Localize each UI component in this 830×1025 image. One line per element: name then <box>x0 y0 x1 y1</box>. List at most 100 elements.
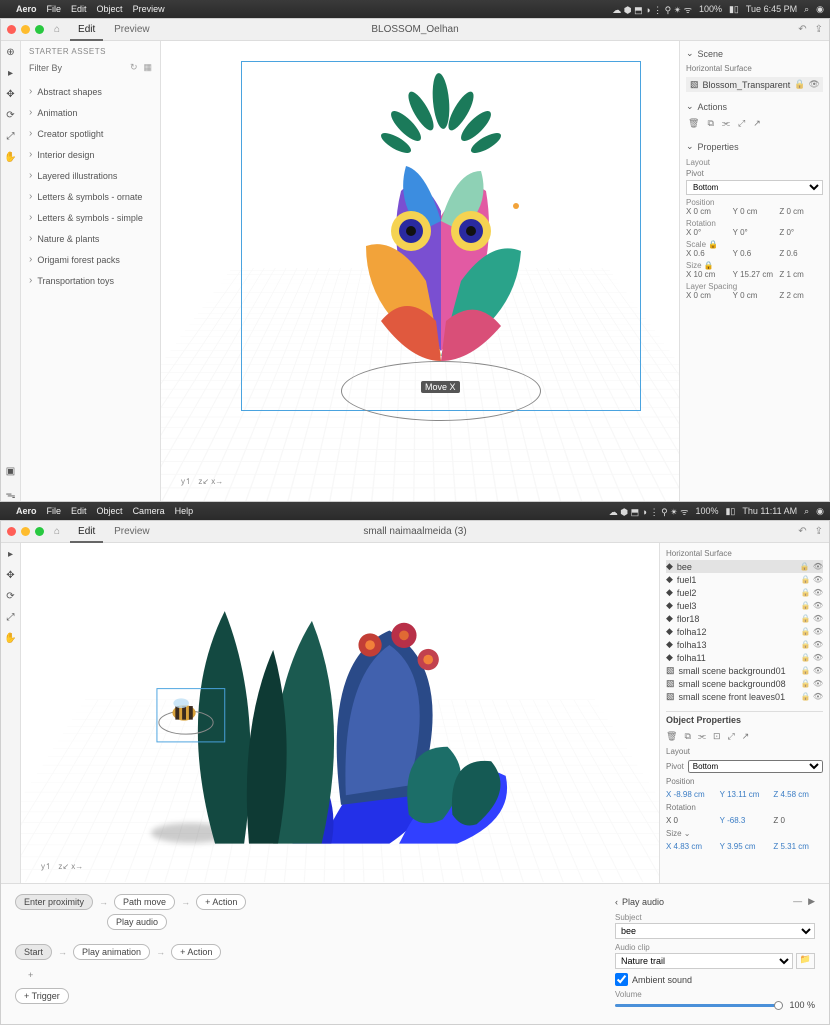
expand-icon[interactable]: ⤢ <box>728 731 735 742</box>
refresh-icon[interactable]: ↻ <box>130 62 138 73</box>
menu-file[interactable]: File <box>47 506 62 516</box>
window-controls[interactable] <box>7 25 44 34</box>
folder-icon[interactable]: 📁 <box>796 953 815 969</box>
tool-scale[interactable]: ⤢ <box>7 131 15 142</box>
tab-edit[interactable]: Edit <box>70 20 103 41</box>
action-play-animation[interactable]: Play animation <box>73 944 150 960</box>
cat-transport[interactable]: Transportation toys <box>29 270 152 291</box>
menu-object[interactable]: Object <box>97 506 123 516</box>
siri-icon[interactable]: ◉ <box>816 506 824 517</box>
scene-item[interactable]: ▧ Blossom_Transparent 🔒👁 <box>686 77 823 92</box>
tab-edit[interactable]: Edit <box>70 522 103 543</box>
tool-scale[interactable]: ⤢ <box>7 612 15 623</box>
scene-item[interactable]: ◆bee🔒👁 <box>666 560 823 573</box>
eye-icon[interactable]: 👁 <box>813 562 823 571</box>
app-name[interactable]: Aero <box>16 4 37 14</box>
tool-view[interactable]: ▣ <box>6 466 15 477</box>
menu-edit[interactable]: Edit <box>71 4 87 14</box>
ambient-checkbox[interactable] <box>615 973 628 986</box>
tool-add[interactable]: ⊕ <box>6 47 14 58</box>
undo-icon[interactable]: ↶ <box>798 526 806 537</box>
audioclip-select[interactable]: Nature trail <box>615 953 793 969</box>
viewport-bottom[interactable]: y↿ z↙ x→ <box>21 543 659 883</box>
tool-hand[interactable]: ✋ <box>4 633 16 644</box>
scene-item[interactable]: ▧small scene background01🔒 👁 <box>666 664 823 677</box>
menu-file[interactable]: File <box>47 4 62 14</box>
cat-abstract[interactable]: Abstract shapes <box>29 81 152 102</box>
home-icon[interactable]: ⌂ <box>54 24 60 35</box>
lock-icon[interactable]: 🔒 <box>800 562 810 571</box>
cat-letters-ornate[interactable]: Letters & symbols - ornate <box>29 186 152 207</box>
tool-rotate[interactable]: ⟳ <box>6 110 14 121</box>
scene-item[interactable]: ◆flor18🔒 👁 <box>666 612 823 625</box>
tool-run[interactable]: ᯓ <box>6 487 16 501</box>
cat-interior[interactable]: Interior design <box>29 144 152 165</box>
lock-icon[interactable]: 🔒 <box>708 240 718 249</box>
cat-nature[interactable]: Nature & plants <box>29 228 152 249</box>
add-branch[interactable]: + <box>25 970 595 980</box>
cat-spotlight[interactable]: Creator spotlight <box>29 123 152 144</box>
search-icon[interactable]: ⌕ <box>804 4 809 15</box>
lock-icon[interactable]: 🔒 <box>704 261 714 270</box>
tool-rotate[interactable]: ⟳ <box>6 591 14 602</box>
undo-icon[interactable]: ↶ <box>798 24 806 35</box>
action-path-move[interactable]: Path move <box>114 894 175 910</box>
share-icon[interactable]: ↗ <box>742 731 750 742</box>
trash-icon[interactable]: 🗑 <box>688 118 699 129</box>
search-icon[interactable]: ⌕ <box>804 506 809 517</box>
actions-section[interactable]: Actions <box>686 98 823 115</box>
viewport-top[interactable]: Move X y↿ z↙ x→ <box>161 41 679 501</box>
app-name[interactable]: Aero <box>16 506 37 516</box>
subject-select[interactable]: bee <box>615 923 815 939</box>
siri-icon[interactable]: ◉ <box>816 4 824 15</box>
trigger-start[interactable]: Start <box>15 944 52 960</box>
tab-preview[interactable]: Preview <box>106 522 158 541</box>
add-action-button[interactable]: + Action <box>196 894 246 910</box>
copy-icon[interactable]: ⧉ <box>684 731 690 742</box>
menu-camera[interactable]: Camera <box>133 506 165 516</box>
cat-layered[interactable]: Layered illustrations <box>29 165 152 186</box>
trash-icon[interactable]: 🗑 <box>666 731 677 742</box>
tool-move[interactable]: ✥ <box>6 89 14 100</box>
tool-select[interactable]: ▸ <box>8 549 13 560</box>
eye-icon[interactable]: 👁 <box>808 79 819 90</box>
scene-item[interactable]: ◆folha13🔒 👁 <box>666 638 823 651</box>
scene-item[interactable]: ◆fuel3🔒 👁 <box>666 599 823 612</box>
scene-item[interactable]: ◆fuel2🔒 👁 <box>666 586 823 599</box>
scene-item[interactable]: ◆folha12🔒 👁 <box>666 625 823 638</box>
blossom-artwork[interactable] <box>311 71 571 391</box>
scene-section[interactable]: Scene <box>686 45 823 62</box>
chevron-left-icon[interactable]: ‹ <box>615 897 618 907</box>
share-action-icon[interactable]: ↗ <box>753 118 761 129</box>
menu-object[interactable]: Object <box>97 4 123 14</box>
add-action-button[interactable]: + Action <box>171 944 221 960</box>
expand-icon[interactable]: ⤢ <box>738 118 745 129</box>
add-trigger-button[interactable]: + Trigger <box>15 988 69 1004</box>
scene-item[interactable]: ▧small scene front leaves01🔒 👁 <box>666 690 823 703</box>
share-icon[interactable]: ⇪ <box>815 526 823 537</box>
tab-preview[interactable]: Preview <box>106 20 158 39</box>
share-icon[interactable]: ⇪ <box>815 24 823 35</box>
cat-animation[interactable]: Animation <box>29 102 152 123</box>
tool-move[interactable]: ✥ <box>6 570 14 581</box>
scene-item[interactable]: ◆folha11🔒 👁 <box>666 651 823 664</box>
menu-preview[interactable]: Preview <box>133 4 165 14</box>
lock-icon[interactable]: 🔒 <box>794 79 805 90</box>
window-controls[interactable] <box>7 527 44 536</box>
zoom-icon[interactable]: ⊡ <box>713 731 721 742</box>
tool-select[interactable]: ▸ <box>8 68 13 79</box>
plant-artwork[interactable] <box>61 553 621 863</box>
volume-slider[interactable] <box>615 1004 783 1007</box>
properties-section[interactable]: Properties <box>686 138 823 155</box>
scene-item[interactable]: ◆fuel1🔒 👁 <box>666 573 823 586</box>
trigger-enter-proximity[interactable]: Enter proximity <box>15 894 93 910</box>
home-icon[interactable]: ⌂ <box>54 526 60 537</box>
menu-help[interactable]: Help <box>175 506 194 516</box>
copy-icon[interactable]: ⧉ <box>707 118 713 129</box>
menu-edit[interactable]: Edit <box>71 506 87 516</box>
play-icon[interactable]: ▶ <box>808 896 815 907</box>
scene-item[interactable]: ▧small scene background08🔒 👁 <box>666 677 823 690</box>
pivot-select[interactable]: Bottom <box>686 180 823 195</box>
link-icon[interactable]: ⫘ <box>722 118 730 129</box>
prev-icon[interactable]: — <box>793 896 802 907</box>
